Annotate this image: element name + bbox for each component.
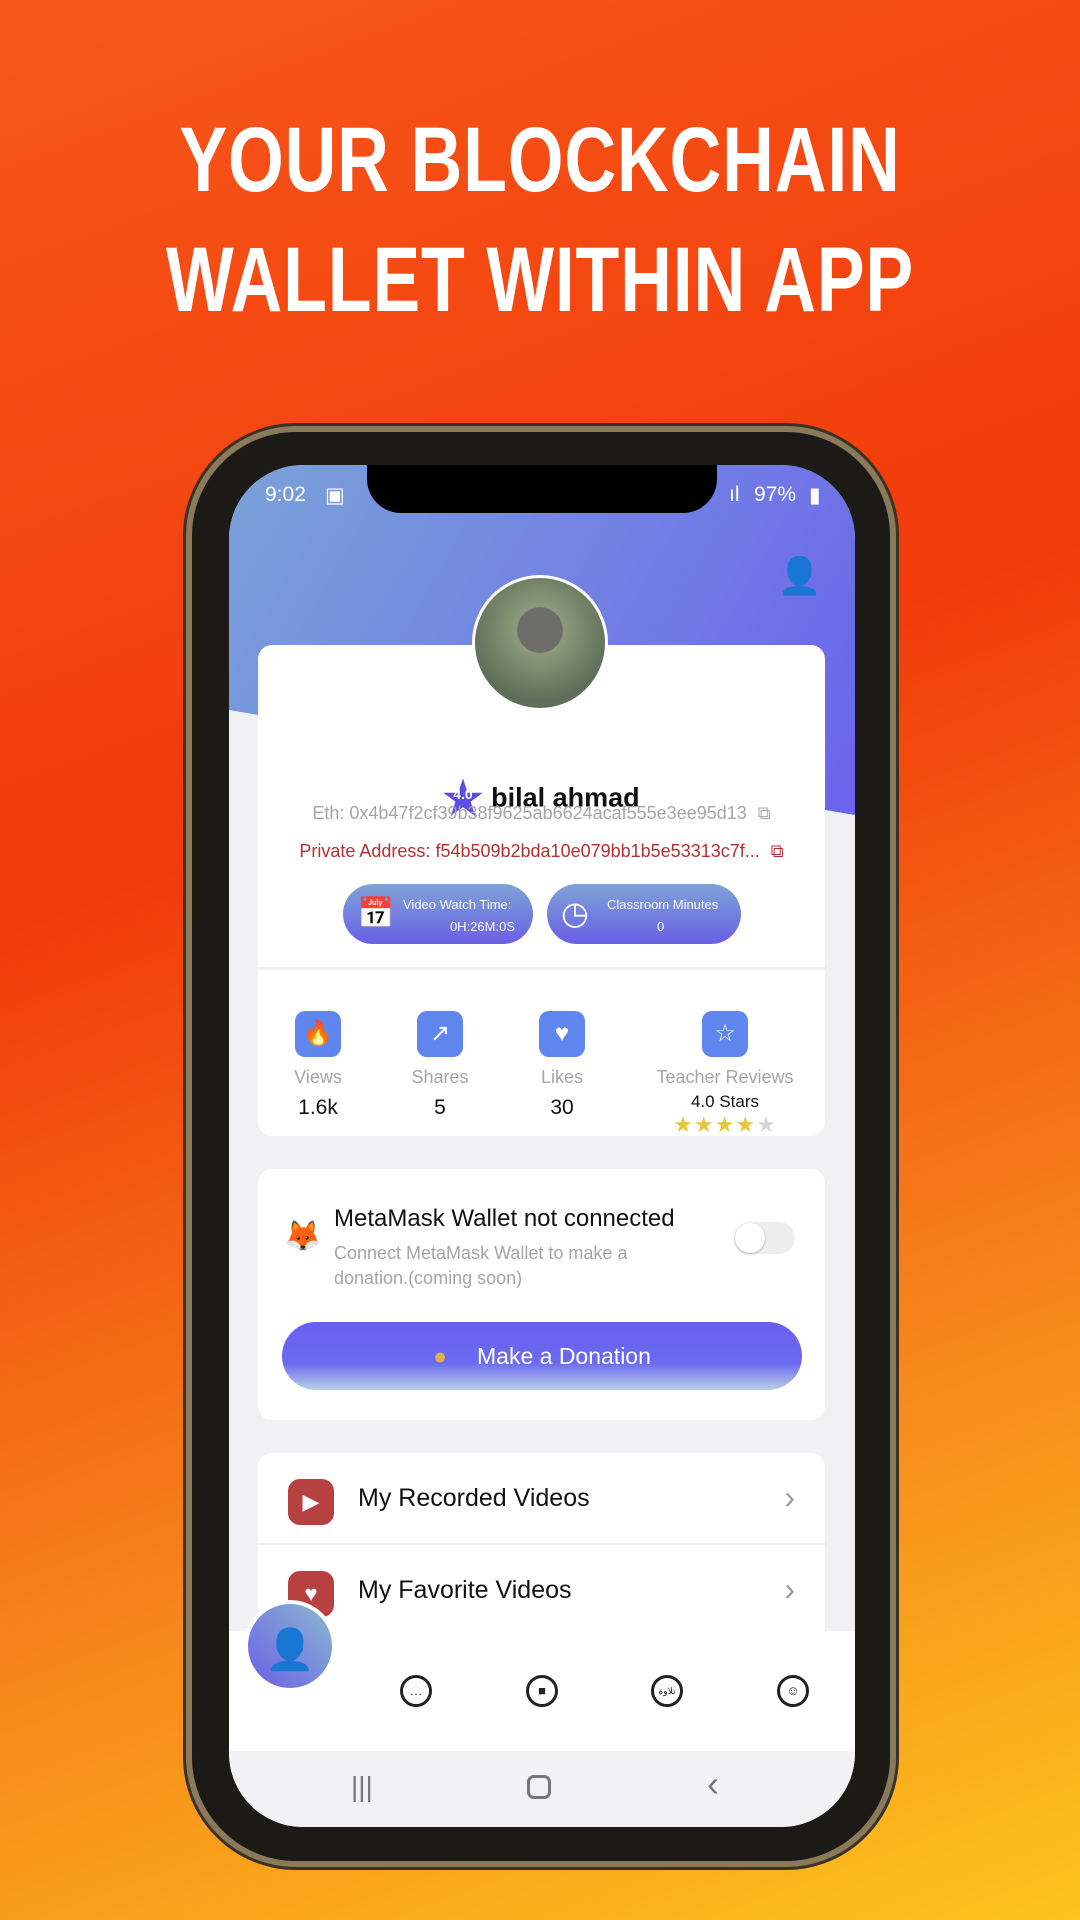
wallet-status-title: MetaMask Wallet not connected bbox=[334, 1205, 675, 1232]
stat-label: Teacher Reviews bbox=[656, 1067, 794, 1087]
private-address[interactable]: f54b509b2bda10e079bb1b5e53313c7f... bbox=[435, 841, 759, 861]
watch-time-label: Video Watch Time: bbox=[403, 897, 512, 912]
calendar-clock-icon: 📅 bbox=[357, 897, 395, 930]
flame-icon: 🔥 bbox=[295, 1011, 341, 1057]
classroom-minutes-pill: ◷ Classroom Minutes 0 bbox=[547, 884, 741, 944]
eth-address[interactable]: 0x4b47f2cf39b38f9625ab6624acaf555e3ee95d… bbox=[349, 803, 746, 823]
menu-label: My Favorite Videos bbox=[358, 1576, 572, 1604]
eth-label: Eth: bbox=[312, 803, 345, 823]
menu-label: My Recorded Videos bbox=[358, 1484, 590, 1512]
stat-likes: ♥ Likes 30 bbox=[502, 1011, 622, 1120]
stat-teacher-reviews: ☆ Teacher Reviews 4.0 Stars ★★★★★ bbox=[635, 1011, 815, 1138]
user-icon: 👤 bbox=[265, 1628, 315, 1672]
tilawa-icon[interactable]: تلاوة bbox=[651, 1675, 683, 1707]
signal-icon: ıl bbox=[729, 483, 740, 506]
stat-label: Shares bbox=[411, 1067, 469, 1087]
coin-icon: ● bbox=[433, 1343, 447, 1369]
video-watch-time-pill: 📅 Video Watch Time: 0H:26M:0S bbox=[343, 884, 533, 944]
eth-address-row: Eth: 0x4b47f2cf39b38f9625ab6624acaf555e3… bbox=[258, 803, 825, 824]
star-icon: ★ bbox=[673, 1112, 694, 1137]
copy-icon[interactable]: ⧉ bbox=[771, 841, 784, 861]
copy-icon[interactable]: ⧉ bbox=[758, 803, 771, 823]
recent-apps-icon[interactable]: ||| bbox=[351, 1771, 373, 1803]
home-icon[interactable] bbox=[527, 1775, 551, 1799]
chevron-right-icon: › bbox=[784, 1479, 795, 1515]
camera-notch bbox=[367, 465, 717, 513]
clock-add-icon: ◷ bbox=[561, 895, 589, 931]
watch-time-value: 0H:26M:0S bbox=[449, 919, 515, 934]
headline-line-1: YOUR BLOCKCHAIN bbox=[179, 109, 901, 211]
metamask-fox-icon: 🦊 bbox=[284, 1220, 322, 1253]
classroom-value: 0 bbox=[657, 919, 665, 934]
battery-icon: ▮ bbox=[809, 484, 821, 507]
system-nav-bar: ||| ‹ bbox=[229, 1751, 855, 1827]
wallet-status-subtitle: Connect MetaMask Wallet to make a donati… bbox=[334, 1243, 628, 1288]
stat-label: Likes bbox=[540, 1067, 584, 1087]
heart-icon: ♥ bbox=[539, 1011, 585, 1057]
headline-line-2: WALLET WITHIN APP bbox=[165, 229, 915, 331]
stat-shares: ↗ Shares 5 bbox=[380, 1011, 500, 1120]
stat-views: 🔥 Views 1.6k bbox=[258, 1011, 378, 1120]
battery-percent: 97% bbox=[754, 483, 797, 506]
image-icon: ▣ bbox=[325, 484, 345, 507]
star-rating: ★★★★★ bbox=[635, 1112, 815, 1138]
video-icon[interactable]: ■ bbox=[526, 1675, 558, 1707]
share-icon: ↗ bbox=[417, 1011, 463, 1057]
star-icon: ★ bbox=[714, 1112, 736, 1137]
classroom-label: Classroom Minutes bbox=[607, 897, 719, 912]
chevron-right-icon: › bbox=[784, 1571, 795, 1607]
review-icon: ☆ bbox=[702, 1011, 748, 1057]
stat-value: 30 bbox=[550, 1096, 574, 1119]
divider bbox=[258, 967, 825, 970]
avatar[interactable] bbox=[472, 575, 608, 711]
private-address-row: Private Address: f54b509b2bda10e079bb1b5… bbox=[258, 841, 825, 862]
make-donation-button[interactable]: ● Make a Donation bbox=[282, 1322, 802, 1390]
rating-badge: 4.0 bbox=[453, 786, 473, 802]
edit-profile-icon[interactable]: 👤 bbox=[777, 555, 822, 597]
star-icon: ★ bbox=[693, 1112, 715, 1137]
chat-icon[interactable]: … bbox=[400, 1675, 432, 1707]
menu-item-recorded-videos[interactable]: ▶ My Recorded Videos › bbox=[258, 1453, 825, 1543]
wallet-card: 🦊 MetaMask Wallet not connected Connect … bbox=[258, 1169, 825, 1420]
stat-label: Views bbox=[294, 1067, 342, 1087]
status-time: 9:02 bbox=[265, 483, 306, 506]
stat-value: 4.0 Stars bbox=[690, 1092, 760, 1111]
private-label: Private Address: bbox=[299, 841, 431, 861]
star-icon: ★ bbox=[735, 1112, 757, 1137]
star-icon: ★ bbox=[756, 1112, 777, 1137]
profile-card: ★ 4.0 bilal ahmad Eth: 0x4b47f2cf39b38f96… bbox=[258, 645, 825, 1138]
wallet-connect-toggle[interactable] bbox=[734, 1222, 795, 1254]
stat-value: 5 bbox=[434, 1096, 446, 1119]
stat-value: 1.6k bbox=[298, 1096, 338, 1119]
teacher-icon[interactable]: ☺ bbox=[777, 1675, 809, 1707]
play-icon: ▶ bbox=[288, 1479, 334, 1525]
profile-fab[interactable]: 👤 bbox=[244, 1600, 336, 1692]
app-screen: 9:02 ▣ ıl 97% ▮ 👤 ★ 4.0 bilal ahmad Eth: … bbox=[229, 465, 855, 1827]
menu-item-favorite-videos[interactable]: ♥ My Favorite Videos › bbox=[258, 1545, 825, 1635]
donate-label: Make a Donation bbox=[477, 1343, 651, 1369]
back-icon[interactable]: ‹ bbox=[707, 1763, 719, 1805]
